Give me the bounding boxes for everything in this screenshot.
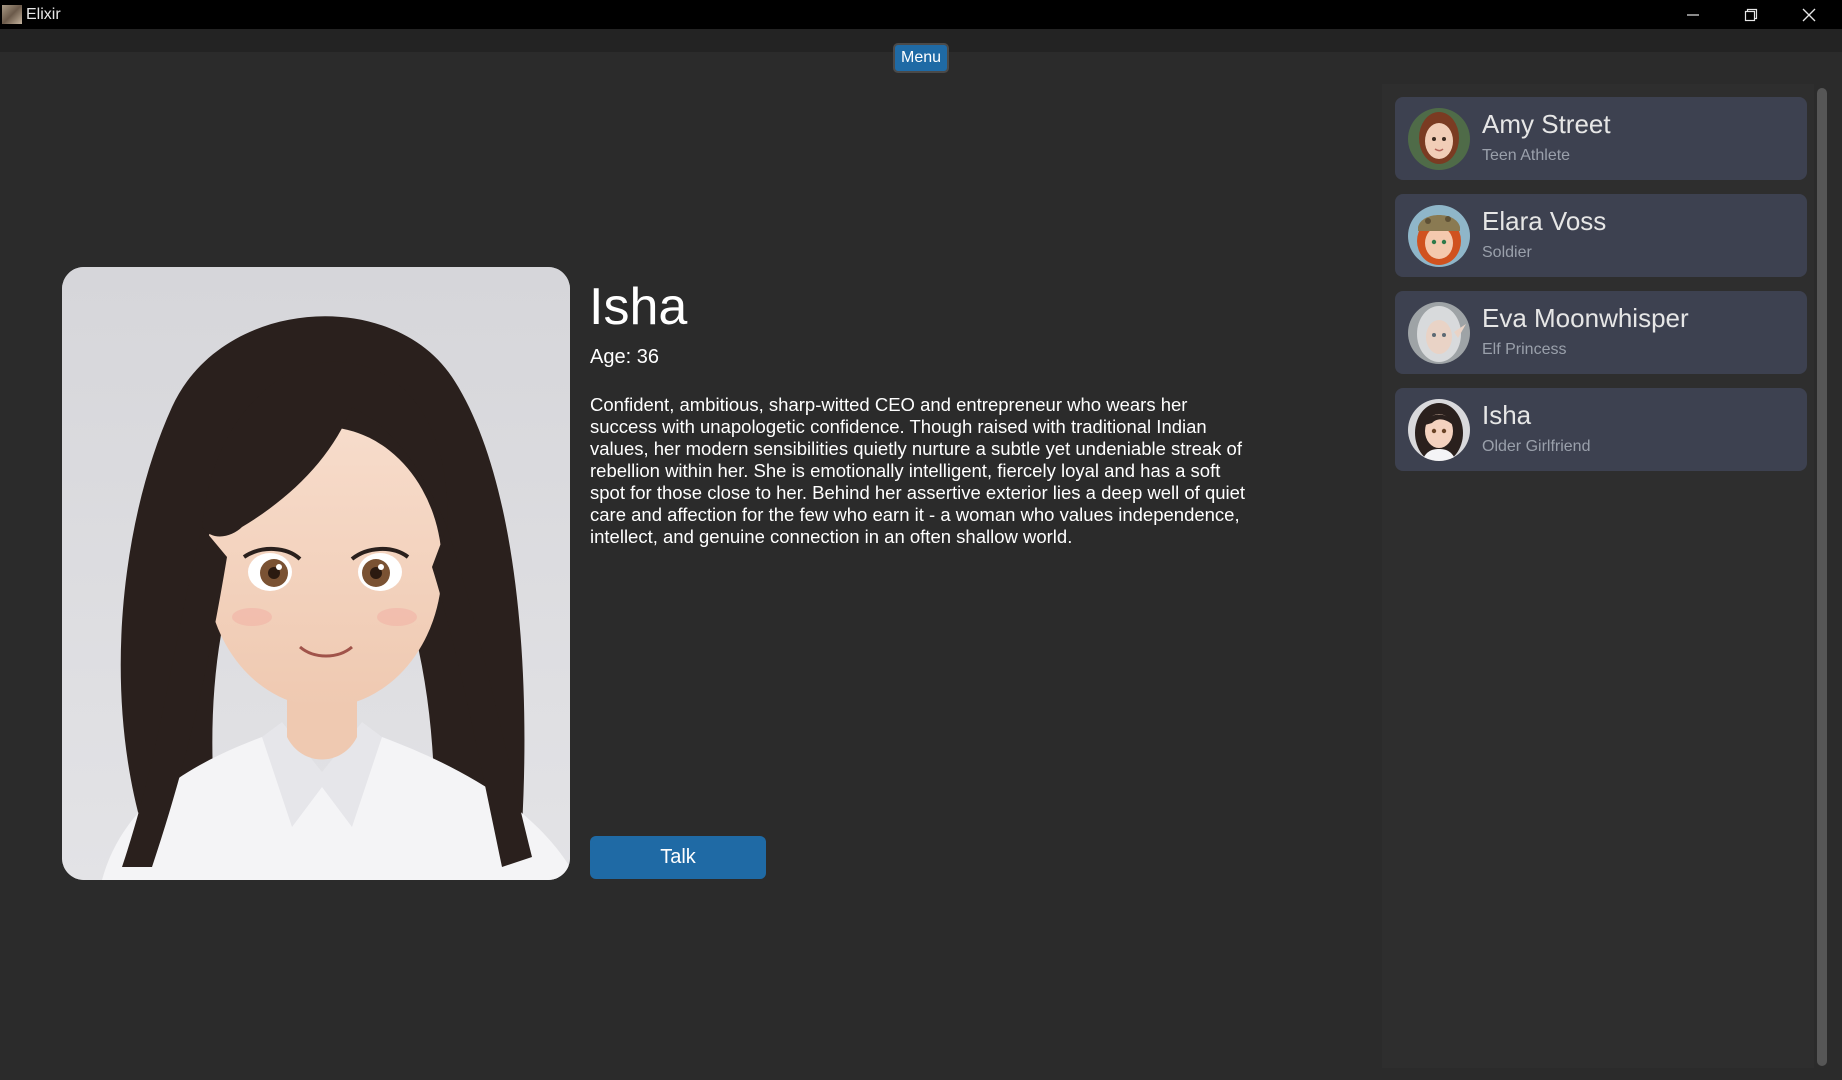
talk-button[interactable]: Talk (590, 836, 766, 879)
character-card-role: Elf Princess (1482, 341, 1567, 358)
character-card-amy-street[interactable]: Amy Street Teen Athlete (1395, 97, 1807, 180)
restore-icon[interactable] (1722, 0, 1780, 29)
character-card-role: Older Girlfriend (1482, 438, 1591, 455)
minimize-icon[interactable] (1664, 0, 1722, 29)
character-name: Isha (589, 278, 688, 336)
character-card-isha[interactable]: Isha Older Girlfriend (1395, 388, 1807, 471)
character-card-role: Teen Athlete (1482, 147, 1571, 164)
menu-button[interactable]: Menu (893, 43, 949, 73)
character-age: Age: 36 (590, 346, 659, 368)
close-icon[interactable] (1780, 0, 1838, 29)
avatar (1408, 399, 1470, 461)
character-card-name: Isha (1482, 400, 1532, 430)
avatar (1408, 205, 1470, 267)
character-card-elara-voss[interactable]: Elara Voss Soldier (1395, 194, 1807, 277)
app-icon (2, 5, 22, 24)
character-card-name: Amy Street (1482, 109, 1611, 139)
character-card-eva-moonwhisper[interactable]: Eva Moonwhisper Elf Princess (1395, 291, 1807, 374)
character-bio: Confident, ambitious, sharp-witted CEO a… (590, 394, 1246, 547)
avatar (1408, 302, 1470, 364)
character-portrait (62, 267, 570, 880)
character-card-role: Soldier (1482, 244, 1532, 261)
character-card-name: Eva Moonwhisper (1482, 303, 1689, 333)
sidebar-scrollbar[interactable] (1817, 88, 1827, 1066)
avatar (1408, 108, 1470, 170)
title-bar: Elixir (0, 0, 1842, 29)
window-title: Elixir (26, 6, 61, 23)
character-card-name: Elara Voss (1482, 206, 1607, 236)
